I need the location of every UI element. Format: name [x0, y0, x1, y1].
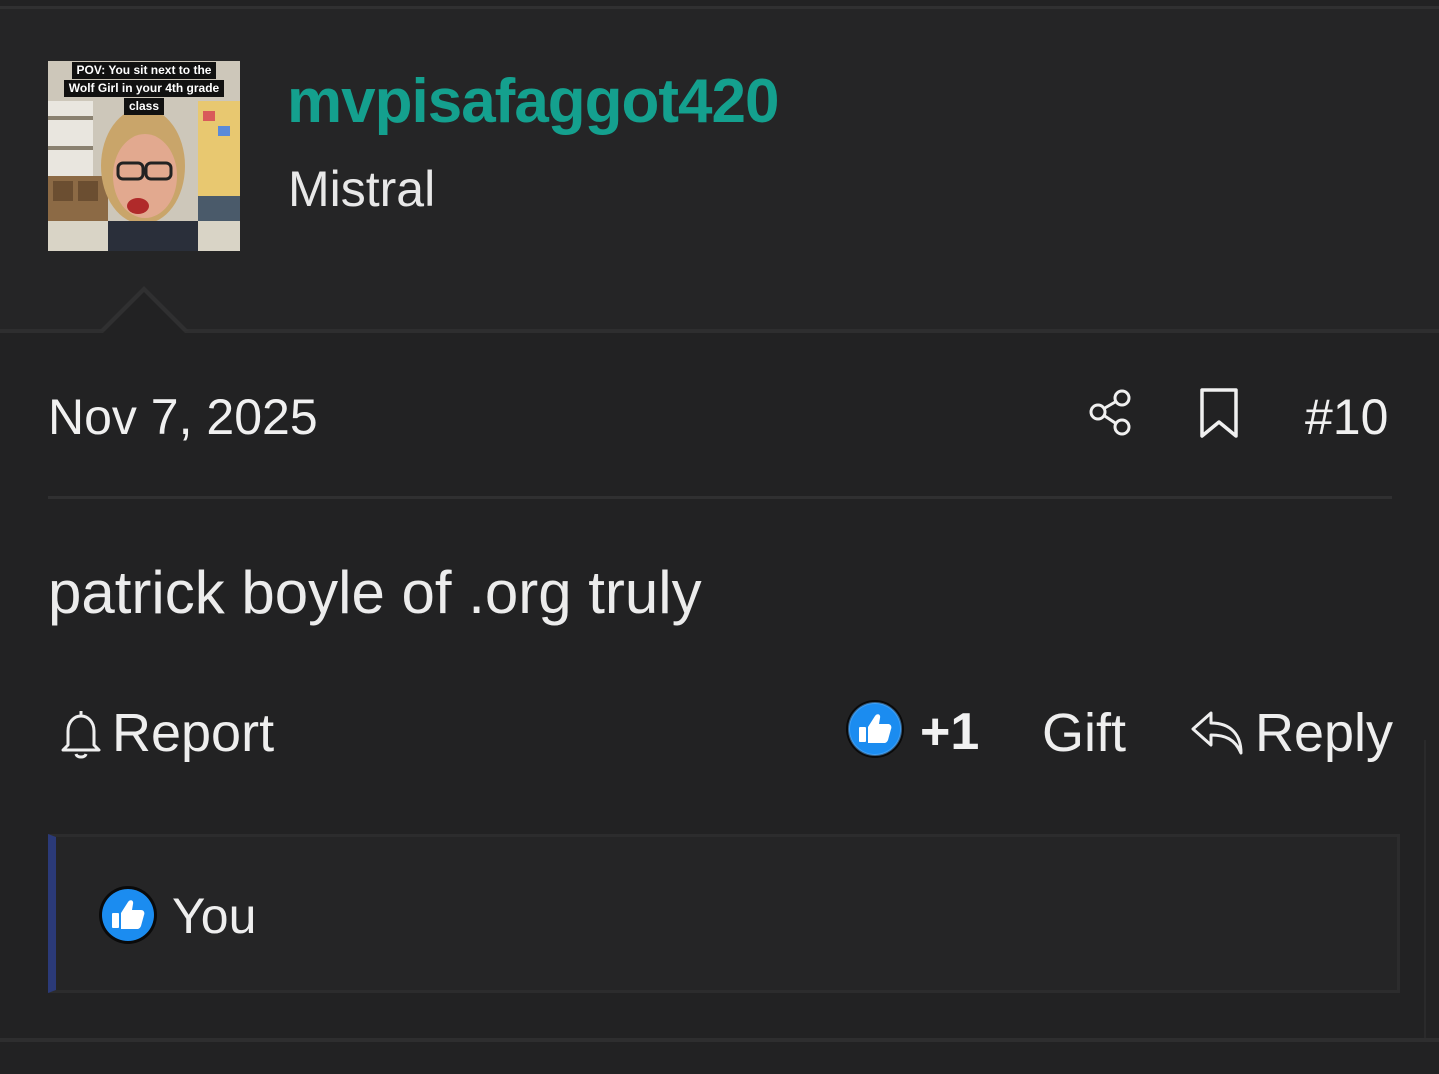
reply-label: Reply — [1255, 703, 1394, 763]
reply-button[interactable]: Reply — [1189, 700, 1393, 766]
post-permalink[interactable]: #10 — [1305, 388, 1388, 446]
report-button[interactable]: Report — [56, 700, 274, 766]
bottom-divider — [0, 1038, 1439, 1042]
post-container: POV: You sit next to the Wolf Girl in yo… — [0, 0, 1439, 1074]
header-caret-fill — [103, 292, 185, 333]
avatar-caption-line: POV: You sit next to the — [71, 62, 217, 79]
scroll-edge — [1424, 740, 1426, 1040]
username-link[interactable]: mvpisafaggot420 — [287, 66, 780, 137]
user-title: Mistral — [288, 161, 436, 217]
avatar[interactable]: POV: You sit next to the Wolf Girl in yo… — [48, 61, 240, 251]
reaction-user-badge — [97, 884, 159, 946]
header-divider — [0, 329, 1439, 333]
report-label: Report — [112, 703, 275, 763]
bookmark-icon — [1200, 388, 1238, 438]
bell-icon — [61, 711, 101, 759]
thumbs-up-icon — [846, 700, 904, 758]
like-reaction-badge[interactable] — [844, 698, 906, 760]
share-button[interactable] — [1086, 386, 1136, 440]
reactions-list: You — [48, 834, 1400, 993]
avatar-caption-line: Wolf Girl in your 4th grade — [63, 80, 225, 97]
avatar-caption: POV: You sit next to the Wolf Girl in yo… — [48, 61, 240, 115]
reaction-user-name[interactable]: You — [172, 887, 256, 945]
reply-arrow-icon — [1191, 711, 1243, 755]
avatar-caption-line: class — [123, 98, 165, 115]
meta-divider — [48, 496, 1392, 499]
post-date[interactable]: Nov 7, 2025 — [48, 388, 318, 446]
post-body: patrick boyle of .org truly — [48, 559, 702, 626]
gift-button[interactable]: Gift — [1042, 702, 1126, 764]
share-icon — [1089, 389, 1131, 436]
bookmark-button[interactable] — [1196, 386, 1242, 440]
thumbs-up-icon — [99, 886, 157, 944]
reaction-count[interactable]: +1 — [920, 702, 979, 762]
